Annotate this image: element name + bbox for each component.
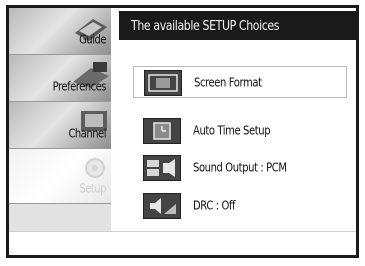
page-title: The available SETUP Choices — [131, 18, 280, 34]
tab-setup-label: Setup — [79, 182, 106, 196]
tab-preferences[interactable]: Preferences — [9, 55, 111, 102]
setup-options-panel: Screen Format Auto Time Setup Sound Outp… — [111, 40, 356, 231]
menu-sidebar: Guide Preferences Channel Setup — [9, 8, 111, 231]
tab-guide[interactable]: Guide — [9, 8, 111, 55]
drc-speaker-icon — [143, 193, 181, 219]
option-sound-output-label: Sound Output : PCM — [193, 162, 287, 176]
option-sound-output[interactable]: Sound Output : PCM — [133, 152, 347, 184]
option-auto-time-setup[interactable]: Auto Time Setup — [133, 115, 347, 147]
tab-guide-label: Guide — [79, 33, 106, 47]
bottom-strip — [9, 231, 356, 255]
tab-channel-label: Channel — [68, 127, 106, 141]
sound-output-icon — [143, 155, 181, 181]
clock-icon — [143, 118, 181, 144]
option-auto-time-setup-label: Auto Time Setup — [193, 125, 271, 139]
option-drc[interactable]: DRC : Off — [133, 190, 347, 222]
tab-preferences-label: Preferences — [52, 80, 107, 94]
setup-icon — [85, 158, 105, 178]
setup-menu-screen: Guide Preferences Channel Setup The avai… — [6, 5, 359, 258]
option-drc-label: DRC : Off — [193, 200, 236, 214]
tab-channel[interactable]: Channel — [9, 102, 111, 149]
header-bar: The available SETUP Choices — [119, 11, 356, 40]
option-screen-format[interactable]: Screen Format — [133, 66, 347, 98]
tab-setup[interactable]: Setup — [9, 149, 111, 204]
option-screen-format-label: Screen Format — [194, 77, 262, 91]
screen-format-icon — [144, 70, 182, 96]
